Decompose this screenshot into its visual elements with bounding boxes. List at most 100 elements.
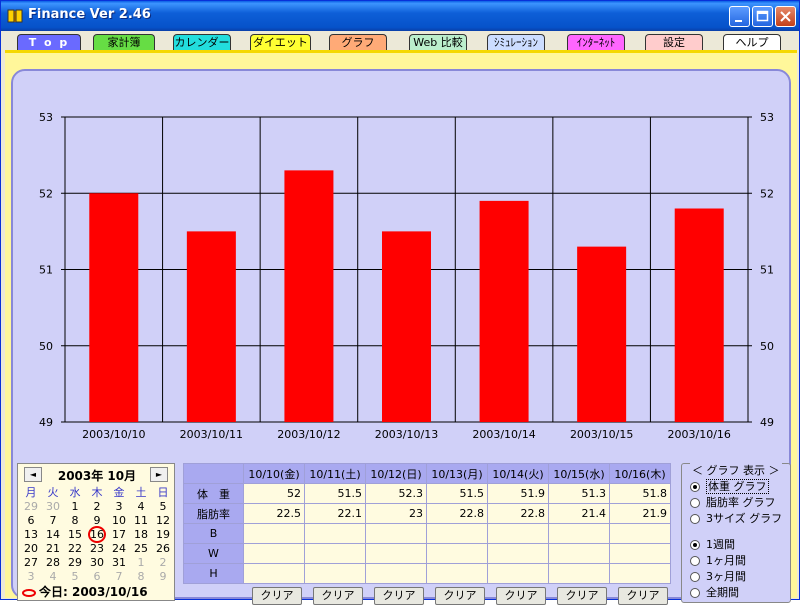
table-cell[interactable]: 21.4 <box>548 503 610 524</box>
prev-month-button[interactable]: ◄ <box>24 467 42 482</box>
tab-0[interactable]: T o p <box>17 34 81 50</box>
clear-button[interactable]: クリア <box>374 587 424 605</box>
next-month-button[interactable]: ► <box>150 467 168 482</box>
calendar-day[interactable]: 2 <box>86 500 108 514</box>
table-cell[interactable]: 51.5 <box>304 483 366 504</box>
graph-type-option[interactable]: 脂肪率 グラフ <box>690 496 776 510</box>
tab-3[interactable]: ダイエット <box>250 34 311 50</box>
table-cell[interactable] <box>365 543 427 564</box>
calendar-day[interactable]: 20 <box>20 542 42 556</box>
calendar-day[interactable]: 14 <box>42 528 64 542</box>
table-cell[interactable] <box>548 523 610 544</box>
table-cell[interactable] <box>609 563 671 584</box>
calendar-day[interactable]: 23 <box>86 542 108 556</box>
calendar-day[interactable]: 7 <box>42 514 64 528</box>
calendar-day[interactable]: 18 <box>130 528 152 542</box>
table-cell[interactable] <box>487 563 549 584</box>
table-cell[interactable]: 51.3 <box>548 483 610 504</box>
calendar-day[interactable]: 29 <box>20 500 42 514</box>
calendar-day[interactable]: 8 <box>130 570 152 584</box>
clear-button[interactable]: クリア <box>313 587 363 605</box>
tab-9[interactable]: ヘルプ <box>723 34 781 50</box>
calendar-day[interactable]: 1 <box>64 500 86 514</box>
table-cell[interactable] <box>609 523 671 544</box>
table-cell[interactable] <box>365 563 427 584</box>
table-cell[interactable]: 22.5 <box>243 503 305 524</box>
table-cell[interactable]: 22.1 <box>304 503 366 524</box>
graph-type-option[interactable]: 体重 グラフ <box>690 479 769 494</box>
tab-6[interactable]: ｼﾐｭﾚｰｼｮﾝ <box>487 34 545 50</box>
calendar-day[interactable]: 31 <box>108 556 130 570</box>
calendar-day[interactable]: 3 <box>20 570 42 584</box>
table-cell[interactable]: 21.9 <box>609 503 671 524</box>
calendar-day[interactable]: 11 <box>130 514 152 528</box>
table-cell[interactable] <box>243 543 305 564</box>
table-cell[interactable]: 51.8 <box>609 483 671 504</box>
tab-7[interactable]: ｲﾝﾀｰﾈｯﾄ <box>567 34 625 50</box>
tab-8[interactable]: 設定 <box>645 34 703 50</box>
table-cell[interactable] <box>487 543 549 564</box>
calendar-day[interactable]: 30 <box>42 500 64 514</box>
close-button[interactable] <box>775 6 796 27</box>
calendar-day[interactable]: 6 <box>86 570 108 584</box>
calendar-day[interactable]: 4 <box>130 500 152 514</box>
period-option[interactable]: 3ヶ月間 <box>690 570 746 584</box>
table-cell[interactable] <box>426 563 488 584</box>
table-cell[interactable]: 22.8 <box>487 503 549 524</box>
table-cell[interactable]: 52.3 <box>365 483 427 504</box>
calendar-day[interactable]: 10 <box>108 514 130 528</box>
table-cell[interactable]: 51.5 <box>426 483 488 504</box>
calendar-day[interactable]: 9 <box>152 570 174 584</box>
radio-button[interactable] <box>690 514 700 524</box>
tab-2[interactable]: カレンダー <box>173 34 231 50</box>
minimize-button[interactable] <box>729 6 750 27</box>
today-label[interactable]: 今日: 2003/10/16 <box>22 583 148 600</box>
table-cell[interactable] <box>304 523 366 544</box>
table-cell[interactable]: 22.8 <box>426 503 488 524</box>
clear-button[interactable]: クリア <box>557 587 607 605</box>
calendar-day[interactable]: 15 <box>64 528 86 542</box>
radio-button[interactable] <box>690 498 700 508</box>
table-cell[interactable] <box>365 523 427 544</box>
maximize-button[interactable] <box>752 6 773 27</box>
calendar-day[interactable]: 8 <box>64 514 86 528</box>
graph-type-option[interactable]: 3サイズ グラフ <box>690 512 782 526</box>
calendar-day[interactable]: 17 <box>108 528 130 542</box>
calendar-day[interactable]: 5 <box>64 570 86 584</box>
tab-1[interactable]: 家計簿 <box>93 34 155 50</box>
calendar-day-today[interactable]: 16 <box>86 526 108 543</box>
radio-button[interactable] <box>690 588 700 598</box>
period-option[interactable]: 1ヶ月間 <box>690 554 746 568</box>
calendar-day[interactable]: 5 <box>152 500 174 514</box>
calendar-day[interactable]: 6 <box>20 514 42 528</box>
title-bar[interactable]: Finance Ver 2.46 <box>1 1 799 31</box>
period-option[interactable]: 1週間 <box>690 538 735 552</box>
calendar-day[interactable]: 28 <box>42 556 64 570</box>
period-option[interactable]: 全期間 <box>690 586 739 600</box>
table-cell[interactable]: 51.9 <box>487 483 549 504</box>
clear-button[interactable]: クリア <box>618 587 668 605</box>
calendar-day[interactable]: 7 <box>108 570 130 584</box>
radio-button[interactable] <box>690 556 700 566</box>
calendar-day[interactable]: 29 <box>64 556 86 570</box>
table-cell[interactable]: 52 <box>243 483 305 504</box>
calendar-day[interactable]: 2 <box>152 556 174 570</box>
calendar-day[interactable]: 30 <box>86 556 108 570</box>
table-cell[interactable] <box>426 543 488 564</box>
clear-button[interactable]: クリア <box>496 587 546 605</box>
radio-button[interactable] <box>690 482 700 492</box>
clear-button[interactable]: クリア <box>435 587 485 605</box>
tab-5[interactable]: Web 比較 <box>409 34 467 50</box>
table-cell[interactable] <box>426 523 488 544</box>
clear-button[interactable]: クリア <box>252 587 302 605</box>
table-cell[interactable] <box>243 523 305 544</box>
table-cell[interactable] <box>304 543 366 564</box>
calendar-day[interactable]: 3 <box>108 500 130 514</box>
table-cell[interactable]: 23 <box>365 503 427 524</box>
table-cell[interactable] <box>487 523 549 544</box>
radio-button[interactable] <box>690 540 700 550</box>
calendar-day[interactable]: 1 <box>130 556 152 570</box>
table-cell[interactable] <box>304 563 366 584</box>
calendar-day[interactable]: 12 <box>152 514 174 528</box>
table-cell[interactable] <box>609 543 671 564</box>
